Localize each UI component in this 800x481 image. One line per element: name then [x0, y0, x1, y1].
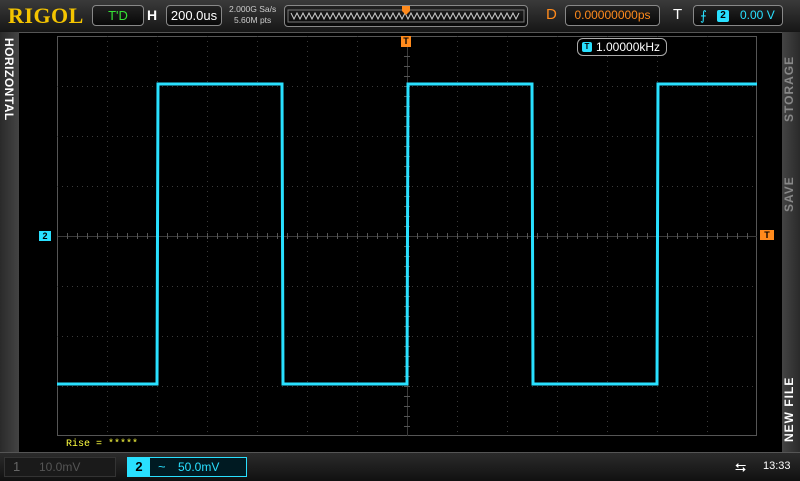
timebase-value: 200.0us [170, 8, 218, 23]
run-state-indicator[interactable]: T'D [92, 5, 144, 26]
channel-2-offset-marker[interactable]: 2 [39, 231, 51, 241]
brand-logo: RIGOL [8, 3, 84, 28]
save-tab-label: SAVE [782, 176, 796, 212]
memory-overview[interactable] [284, 5, 528, 27]
trigger-level-marker-icon[interactable]: T [760, 230, 774, 240]
channel-1-indicator[interactable]: 1 10.0mV [4, 457, 116, 477]
storage-tab-label: STORAGE [782, 55, 796, 122]
ac-coupling-icon: ~ [158, 459, 166, 474]
waveform-display[interactable] [57, 36, 757, 436]
trigger-control[interactable]: ⨍ 2 0.00 V [693, 5, 783, 26]
trigger-label: T [673, 6, 683, 23]
frequency-counter: T 1.00000kHz [577, 38, 667, 56]
channel-1-number: 1 [13, 459, 21, 474]
trigger-position-marker-icon[interactable]: T [401, 36, 411, 47]
measurement-readout: Rise = ***** [66, 439, 139, 450]
trigger-source: 2 [717, 10, 729, 22]
waveform-grid [57, 36, 757, 436]
sample-rate: 2.000G Sa/s [229, 4, 277, 14]
clock: 13:33 [763, 460, 791, 472]
channel-2-number: 2 [128, 458, 150, 476]
timebase-control[interactable]: 200.0us [166, 5, 222, 26]
channel-2-indicator[interactable]: 2 ~ 50.0mV [127, 457, 247, 477]
delay-value: 0.00000000ps [574, 8, 651, 22]
channel-1-scale: 10.0mV [39, 460, 81, 474]
delay-label: D [546, 6, 557, 23]
memory-trigger-marker-icon [402, 6, 410, 15]
memory-depth: 5.60M pts [233, 15, 272, 25]
acquisition-info: 2.000G Sa/s 5.60M pts [229, 4, 276, 26]
usb-icon: ⮀ [735, 459, 747, 475]
new-file-tab-label: NEW FILE [782, 376, 796, 442]
horizontal-menu-tab[interactable]: HORIZONTAL [0, 32, 19, 452]
memory-waveform-icon [287, 6, 525, 23]
storage-menu-tab[interactable]: STORAGE SAVE NEW FILE [782, 32, 800, 452]
top-status-bar: RIGOL T'D H 200.0us 2.000G Sa/s 5.60M pt… [0, 0, 800, 33]
counter-icon: T [582, 42, 592, 52]
channel-2-trace [57, 82, 757, 386]
trigger-level: 0.00 V [740, 8, 775, 22]
channel-2-scale: 50.0mV [178, 460, 220, 474]
frequency-value: 1.00000kHz [596, 40, 661, 54]
horizontal-label: H [147, 7, 158, 23]
bottom-status-bar: 1 10.0mV 2 ~ 50.0mV ⮀ 13:33 [0, 452, 800, 481]
horizontal-tab-label: HORIZONTAL [2, 38, 16, 121]
horizontal-delay-control[interactable]: 0.00000000ps [565, 5, 660, 26]
rising-edge-icon: ⨍ [700, 8, 707, 23]
run-state-text: T'D [108, 8, 128, 23]
